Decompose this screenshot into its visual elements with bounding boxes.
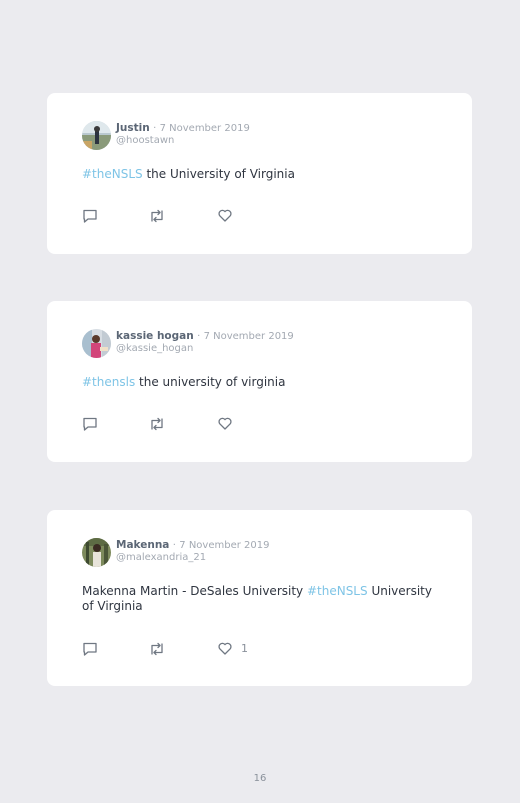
tweet-text: #thensls the university of virginia bbox=[82, 375, 438, 390]
separator: · bbox=[172, 540, 176, 551]
like-button[interactable] bbox=[218, 209, 241, 222]
author-handle[interactable]: @hoostawn bbox=[116, 135, 250, 147]
tweet-text: Makenna Martin - DeSales University #the… bbox=[82, 584, 438, 614]
reply-button[interactable] bbox=[82, 642, 98, 656]
retweet-button[interactable] bbox=[149, 642, 165, 656]
separator: · bbox=[197, 331, 201, 342]
tweet-text-before: Makenna Martin - DeSales University bbox=[82, 584, 307, 598]
like-button[interactable] bbox=[218, 417, 241, 430]
reply-icon bbox=[82, 417, 98, 431]
like-count: 1 bbox=[241, 642, 248, 655]
tweet-card: kassie hogan · 7 November 2019 @kassie_h… bbox=[47, 301, 472, 462]
tweet-meta: Justin · 7 November 2019 @hoostawn bbox=[116, 122, 250, 147]
tweet-text-after: the University of Virginia bbox=[142, 167, 295, 181]
author-name[interactable]: kassie hogan bbox=[116, 330, 194, 342]
tweet-text-after: the university of virginia bbox=[135, 375, 286, 389]
author-name[interactable]: Justin bbox=[116, 122, 150, 134]
like-icon bbox=[218, 209, 232, 222]
retweet-icon bbox=[149, 209, 165, 223]
avatar[interactable] bbox=[82, 121, 111, 150]
reply-button[interactable] bbox=[82, 417, 98, 431]
retweet-icon bbox=[149, 642, 165, 656]
tweet-meta: Makenna · 7 November 2019 @malexandria_2… bbox=[116, 539, 269, 564]
tweet-date[interactable]: 7 November 2019 bbox=[204, 331, 294, 342]
reply-icon bbox=[82, 642, 98, 656]
reply-button[interactable] bbox=[82, 209, 98, 223]
hashtag-link[interactable]: #thensls bbox=[82, 375, 135, 389]
reply-icon bbox=[82, 209, 98, 223]
author-handle[interactable]: @kassie_hogan bbox=[116, 343, 294, 355]
retweet-button[interactable] bbox=[149, 209, 165, 223]
like-icon bbox=[218, 642, 232, 655]
hashtag-link[interactable]: #theNSLS bbox=[307, 584, 368, 598]
author-name[interactable]: Makenna bbox=[116, 539, 169, 551]
like-button[interactable]: 1 bbox=[218, 642, 248, 655]
tweet-text: #theNSLS the University of Virginia bbox=[82, 167, 438, 182]
page-number: 16 bbox=[253, 773, 267, 784]
like-icon bbox=[218, 417, 232, 430]
tweet-date[interactable]: 7 November 2019 bbox=[160, 123, 250, 134]
tweet-card: Makenna · 7 November 2019 @malexandria_2… bbox=[47, 510, 472, 686]
retweet-button[interactable] bbox=[149, 417, 165, 431]
tweet-meta: kassie hogan · 7 November 2019 @kassie_h… bbox=[116, 330, 294, 355]
separator: · bbox=[153, 123, 157, 134]
tweet-card: Justin · 7 November 2019 @hoostawn #theN… bbox=[47, 93, 472, 254]
avatar[interactable] bbox=[82, 329, 111, 358]
retweet-icon bbox=[149, 417, 165, 431]
hashtag-link[interactable]: #theNSLS bbox=[82, 167, 143, 181]
tweet-date[interactable]: 7 November 2019 bbox=[179, 540, 269, 551]
author-handle[interactable]: @malexandria_21 bbox=[116, 552, 269, 564]
avatar[interactable] bbox=[82, 538, 111, 567]
